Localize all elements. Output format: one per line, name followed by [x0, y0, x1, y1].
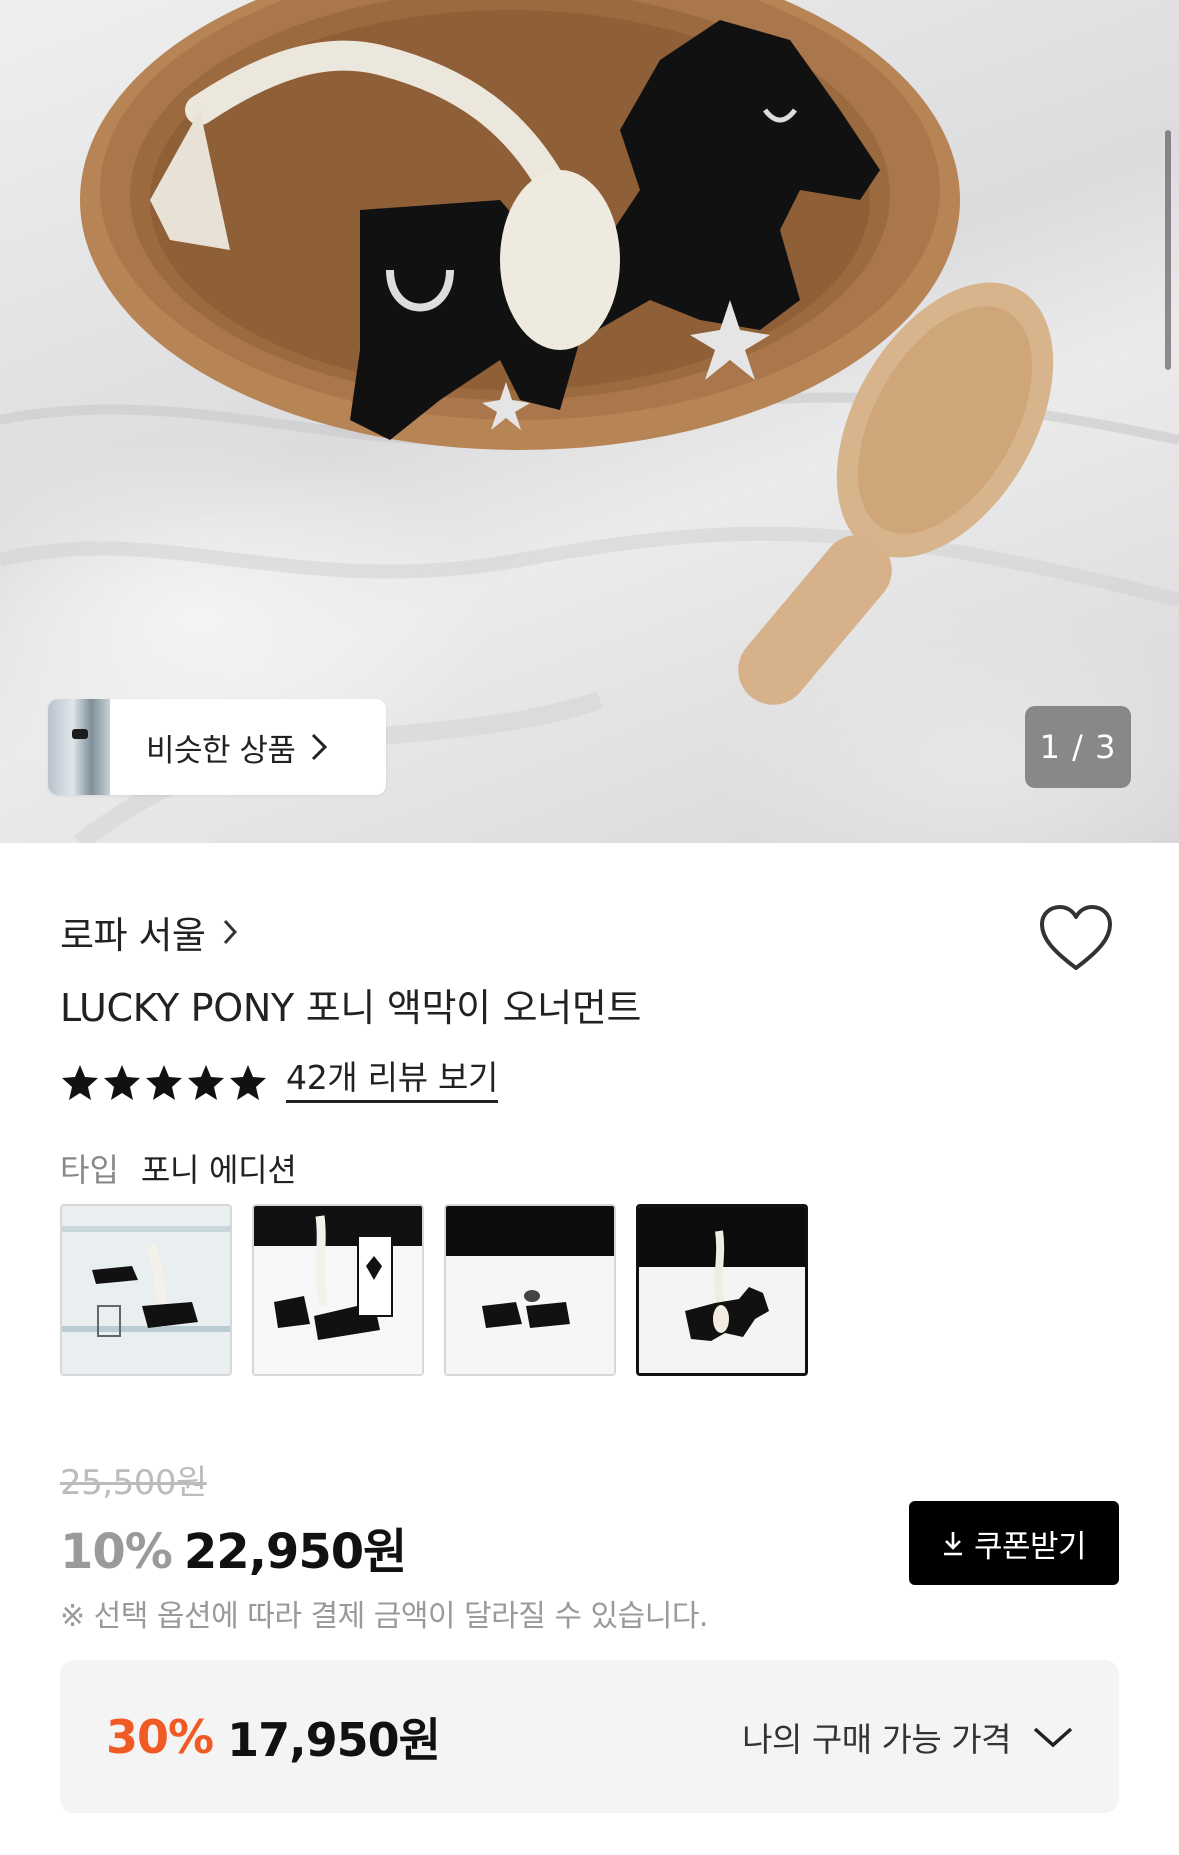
- star-icon: [188, 1064, 224, 1100]
- discount-rate: 10%: [60, 1524, 173, 1580]
- brand-name: 로파 서울: [60, 914, 206, 957]
- product-title: LUCKY PONY 포니 액막이 오너먼트: [60, 986, 642, 1030]
- image-page-counter: 1 / 3: [1025, 706, 1131, 788]
- option-label: 타입: [60, 1151, 119, 1189]
- rating-row: 42개 리뷰 보기: [60, 1059, 498, 1104]
- similar-products-label: 비슷한 상품: [146, 732, 296, 769]
- option-selected-value: 포니 에디션: [140, 1151, 297, 1189]
- my-discount-rate: 30%: [106, 1709, 214, 1764]
- my-purchase-price-label: 나의 구매 가능 가격: [742, 1719, 1011, 1759]
- option-row: 타입 포니 에디션: [60, 1145, 297, 1191]
- chevron-down-icon: [1033, 1726, 1073, 1748]
- coupon-button-label: 쿠폰받기: [973, 1528, 1087, 1565]
- similar-product-thumbnail: [48, 699, 110, 795]
- rating-stars: [60, 1062, 268, 1102]
- wishlist-heart-icon[interactable]: [1038, 904, 1114, 974]
- similar-products-button[interactable]: 비슷한 상품: [48, 699, 386, 795]
- my-purchase-price: 17,950원: [227, 1712, 441, 1767]
- option-thumb-4[interactable]: [636, 1204, 808, 1376]
- review-link[interactable]: 42개 리뷰 보기: [286, 1059, 498, 1104]
- brand-link[interactable]: 로파 서울: [60, 905, 238, 959]
- sale-price-row: 10% 22,950원: [60, 1512, 407, 1582]
- chevron-right-icon: [223, 919, 238, 945]
- original-price: 25,500원: [60, 1463, 207, 1503]
- star-icon: [146, 1064, 182, 1100]
- option-thumb-3[interactable]: [444, 1204, 616, 1376]
- option-thumb-2[interactable]: [252, 1204, 424, 1376]
- my-purchase-price-panel[interactable]: 30% 17,950원 나의 구매 가능 가격: [60, 1660, 1119, 1813]
- product-image-carousel[interactable]: 비슷한 상품 1 / 3: [0, 0, 1179, 843]
- star-icon: [104, 1064, 140, 1100]
- option-thumbnails: [60, 1204, 808, 1376]
- sale-price: 22,950원: [183, 1524, 407, 1580]
- star-icon: [62, 1064, 98, 1100]
- price-notice: ※ 선택 옵션에 따라 결제 금액이 달라질 수 있습니다.: [60, 1599, 708, 1634]
- option-thumb-1[interactable]: [60, 1204, 232, 1376]
- star-icon: [230, 1064, 266, 1100]
- download-icon: [942, 1530, 964, 1556]
- chevron-right-icon: [311, 733, 328, 761]
- coupon-download-button[interactable]: 쿠폰받기: [909, 1501, 1119, 1585]
- image-scrollbar[interactable]: [1165, 130, 1171, 370]
